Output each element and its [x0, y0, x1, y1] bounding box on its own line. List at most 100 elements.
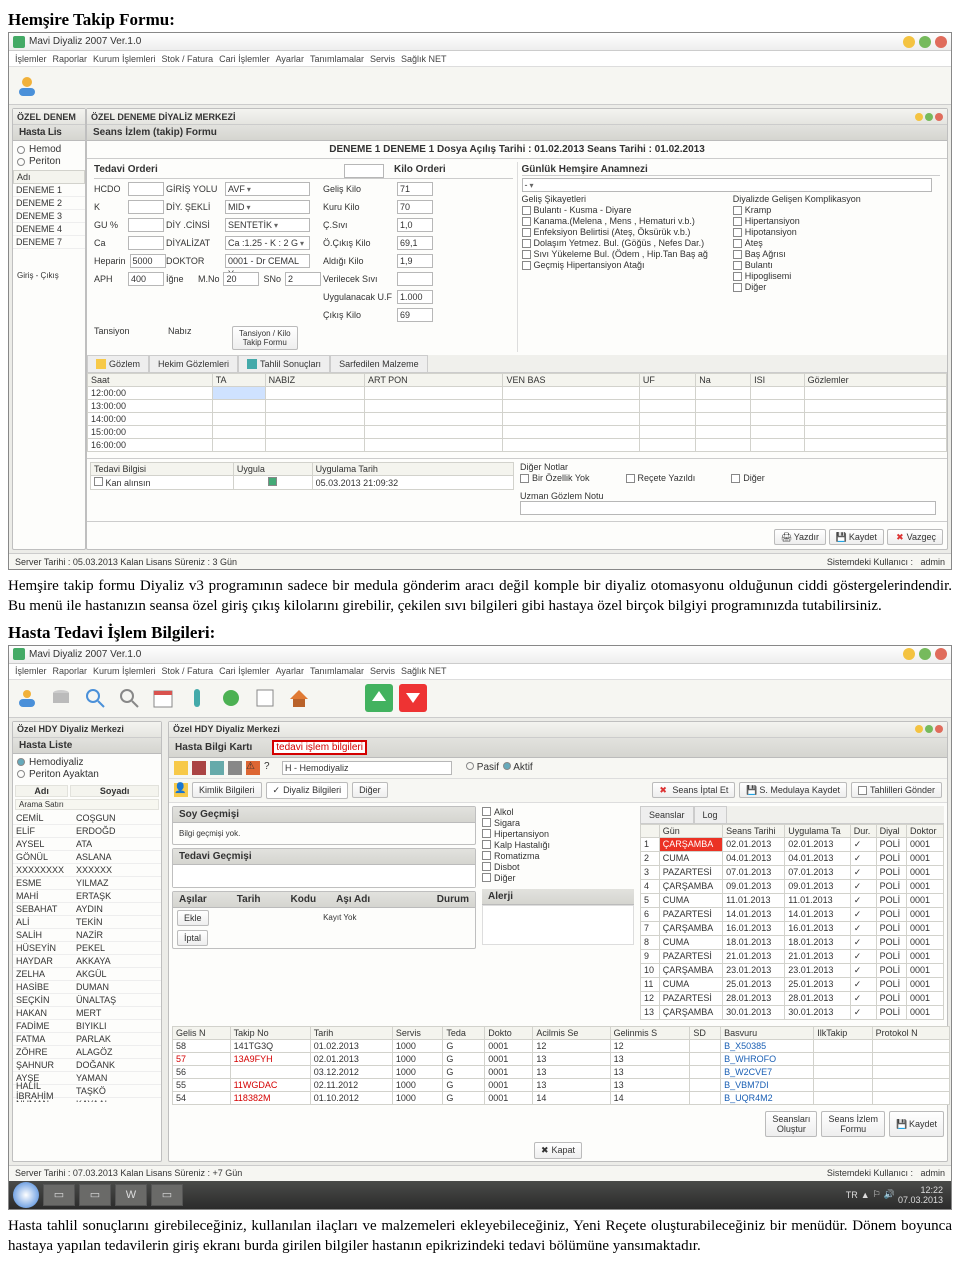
panel-min-icon[interactable] — [915, 725, 923, 733]
table-row[interactable]: 5603.12.20121000G00011313B_W2CVE7 — [173, 1065, 950, 1078]
aph-input[interactable]: 400 — [128, 272, 164, 286]
list-item[interactable]: ZELHAAKGÜL — [13, 968, 161, 981]
mno-input[interactable]: 20 — [223, 272, 259, 286]
list-item[interactable]: ESMEYILMAZ — [13, 877, 161, 890]
toolbar-icon-test[interactable] — [183, 684, 211, 712]
tab-kimlik[interactable]: Kimlik Bilgileri — [192, 782, 262, 798]
toolbar-icon-users[interactable] — [13, 684, 41, 712]
tab-log[interactable]: Log — [694, 806, 727, 823]
checkbox-icon[interactable] — [522, 239, 531, 248]
checkbox-icon[interactable] — [731, 474, 740, 483]
checkbox-icon[interactable] — [733, 250, 742, 259]
gelis-kilo-input[interactable]: 71 — [397, 182, 433, 196]
table-row[interactable]: 6PAZARTESİ14.01.201314.01.2013✓POLİ0001 — [641, 907, 944, 921]
checkbox-icon[interactable] — [733, 261, 742, 270]
panel-max-icon[interactable] — [925, 113, 933, 121]
menu-item[interactable]: Kurum İşlemleri — [93, 666, 156, 676]
cikis-input[interactable]: 69 — [397, 308, 433, 322]
list-item[interactable]: HÜSEYİNPEKEL — [13, 942, 161, 955]
minimize-icon[interactable] — [903, 36, 915, 48]
iptal-button[interactable]: İptal — [177, 930, 208, 946]
menu-item[interactable]: Stok / Fatura — [162, 54, 214, 64]
doktor-select[interactable]: 0001 - Dr CEMAL Y — [225, 254, 310, 268]
table-row[interactable]: 10ÇARŞAMBA23.01.201323.01.2013✓POLİ0001 — [641, 963, 944, 977]
seanslari-olustur-button[interactable]: Seansları Oluştur — [765, 1111, 817, 1137]
taskbar-app-4[interactable]: ▭ — [151, 1184, 183, 1206]
table-row[interactable]: 1ÇARŞAMBA02.01.201302.01.2013✓POLİ0001 — [641, 837, 944, 851]
uyguf-input[interactable]: 1.000 — [397, 290, 433, 304]
checkbox-icon[interactable] — [482, 818, 491, 827]
toolbar-icon-home[interactable] — [285, 684, 313, 712]
table-row[interactable]: 4ÇARŞAMBA09.01.201309.01.2013✓POLİ0001 — [641, 879, 944, 893]
icon4[interactable] — [228, 761, 242, 775]
kaydet-button[interactable]: 💾Kaydet — [889, 1111, 944, 1137]
lab-icon[interactable] — [210, 761, 224, 775]
uzman-input[interactable] — [520, 501, 936, 515]
radio-hemo-icon[interactable] — [17, 758, 25, 766]
list-item[interactable]: SALİHNAZİR — [13, 929, 161, 942]
table-row[interactable]: 3PAZARTESİ07.01.201307.01.2013✓POLİ0001 — [641, 865, 944, 879]
tab-0[interactable]: Gözlem — [87, 355, 149, 372]
table-row[interactable]: 58141TG3Q01.02.20131000G00011212B_X50385 — [173, 1039, 950, 1052]
list-item[interactable]: SEÇKİNÜNALTAŞ — [13, 994, 161, 1007]
kapat-button[interactable]: ✖ Kapat — [534, 1142, 582, 1159]
menu-item[interactable]: Cari İşlemler — [219, 666, 270, 676]
checkbox-icon[interactable] — [733, 272, 742, 281]
menu-item[interactable]: Servis — [370, 54, 395, 64]
checkbox-icon[interactable] — [482, 873, 491, 882]
print-button[interactable]: 🖨Yazdır — [774, 529, 826, 545]
checkbox-icon[interactable] — [520, 474, 529, 483]
menu-item[interactable]: Tanımlamalar — [310, 666, 364, 676]
tab-3[interactable]: Sarfedilen Malzeme — [330, 355, 428, 372]
diy-sekli-select[interactable]: MID — [225, 200, 310, 214]
close-icon[interactable] — [935, 36, 947, 48]
list-item[interactable]: ŞAHNURDOĞANK — [13, 1059, 161, 1072]
menu-item[interactable]: Ayarlar — [276, 666, 304, 676]
tahliller-button[interactable]: Tahlilleri Gönder — [851, 782, 942, 798]
menu-item[interactable]: İşlemler — [15, 54, 47, 64]
list-item[interactable]: SEBAHATAYDIN — [13, 903, 161, 916]
tab-diyaliz[interactable]: ✓ Diyaliz Bilgileri — [266, 782, 349, 799]
list-item[interactable]: DENEME 4 — [13, 223, 85, 236]
ekle-button[interactable]: Ekle — [177, 910, 209, 926]
tab-seanslar[interactable]: Seanslar — [640, 806, 694, 823]
table-row[interactable]: 5713A9FYH02.01.20131000G00011313B_WHROFO — [173, 1052, 950, 1065]
radio-hemo-icon[interactable] — [17, 146, 25, 154]
checkbox-icon[interactable] — [522, 250, 531, 259]
table-row[interactable]: 14:00:00 — [88, 413, 947, 426]
checkbox-checked-icon[interactable] — [268, 477, 277, 486]
toolbar-icon-rx[interactable] — [251, 684, 279, 712]
diy-cinsi-select[interactable]: SENTETİK — [225, 218, 310, 232]
taskbar-app-3[interactable]: W — [115, 1184, 147, 1206]
maximize-icon[interactable] — [919, 648, 931, 660]
toolbar-icon-calendar[interactable] — [149, 684, 177, 712]
gu-input[interactable] — [128, 218, 164, 232]
tab-diger[interactable]: Diğer — [352, 782, 388, 798]
table-row[interactable]: 15:00:00 — [88, 426, 947, 439]
checkbox-icon[interactable] — [522, 261, 531, 270]
checkbox-icon[interactable] — [482, 840, 491, 849]
list-item[interactable]: NUMANKAYAAL — [13, 1098, 161, 1102]
checkbox-icon[interactable] — [733, 239, 742, 248]
sno-input[interactable]: 2 — [285, 272, 321, 286]
menu-item[interactable]: Cari İşlemler — [219, 54, 270, 64]
hemo-field[interactable]: H - Hemodiyaliz — [282, 761, 452, 775]
toolbar-icon-database[interactable] — [47, 684, 75, 712]
table-row[interactable]: 12:00:00 — [88, 387, 947, 400]
table-row[interactable]: 9PAZARTESİ21.01.201321.01.2013✓POLİ0001 — [641, 949, 944, 963]
checkbox-icon[interactable] — [522, 228, 531, 237]
ocikis-input[interactable]: 69,1 — [397, 236, 433, 250]
table-row[interactable]: 13:00:00 — [88, 400, 947, 413]
aldigi-input[interactable]: 1,9 — [397, 254, 433, 268]
panel-close-icon[interactable] — [935, 725, 943, 733]
radio-periton-icon[interactable] — [17, 770, 25, 778]
table-row[interactable]: 11CUMA25.01.201325.01.2013✓POLİ0001 — [641, 977, 944, 991]
toolbar-icon-med[interactable] — [217, 684, 245, 712]
help-icon[interactable]: ? — [264, 761, 278, 775]
toolbar-icon-users[interactable] — [13, 72, 41, 100]
panel-close-icon[interactable] — [935, 113, 943, 121]
list-item[interactable]: ELİFERDOĞD — [13, 825, 161, 838]
close-icon[interactable] — [935, 648, 947, 660]
menu-item[interactable]: Sağlık NET — [401, 54, 447, 64]
heparin-input[interactable]: 5000 — [130, 254, 166, 268]
